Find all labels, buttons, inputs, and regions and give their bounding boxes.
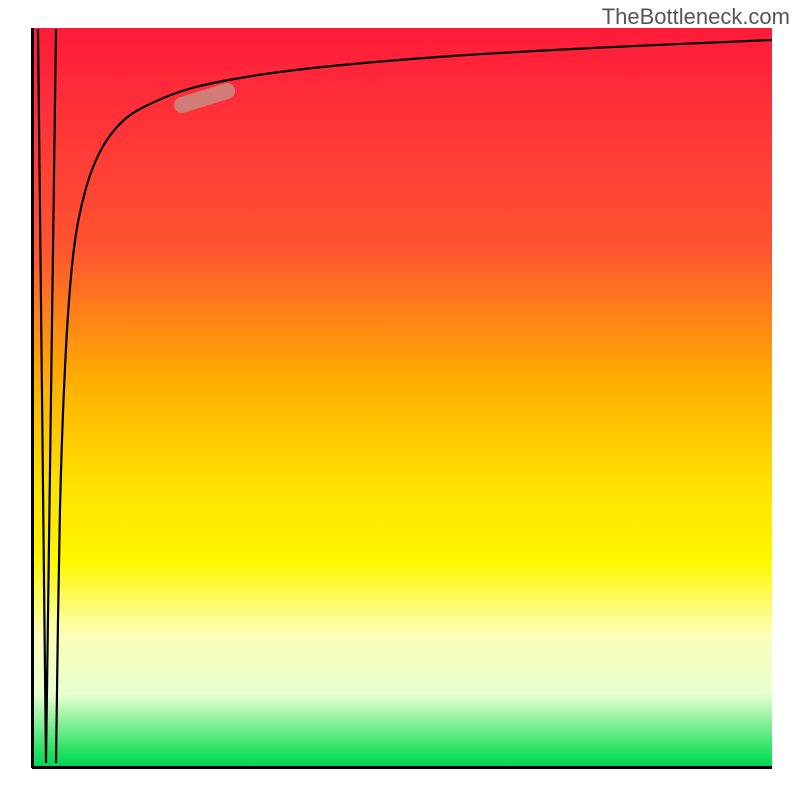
watermark-text: TheBottleneck.com (602, 4, 790, 30)
curve-layer (32, 28, 772, 768)
bottleneck-curve (56, 40, 772, 763)
dip-line (38, 29, 56, 763)
chart-stage: TheBottleneck.com (0, 0, 800, 800)
curve-marker (182, 91, 227, 105)
